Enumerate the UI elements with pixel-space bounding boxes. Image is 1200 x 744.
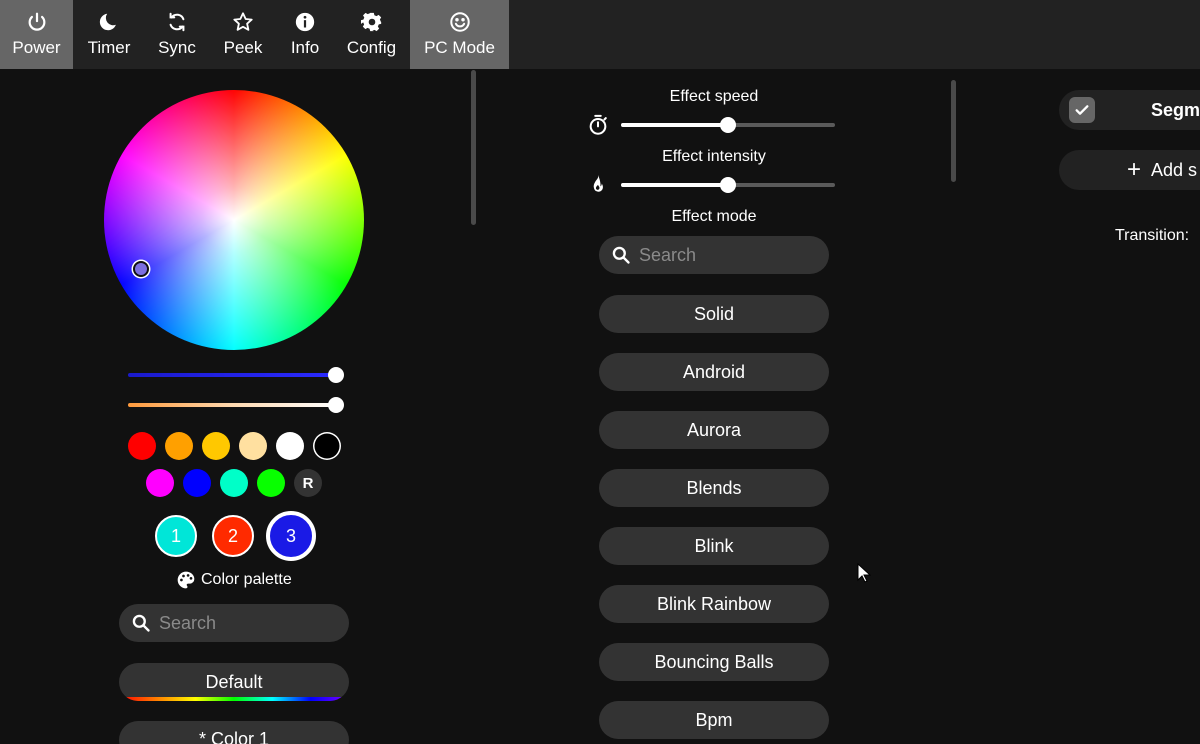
effect-speed-fill: [621, 123, 728, 127]
color-swatch[interactable]: [128, 432, 156, 460]
mouse-cursor-icon: [857, 563, 871, 583]
power-icon: [28, 12, 45, 31]
effect-speed-slider[interactable]: [621, 117, 835, 133]
effect-item[interactable]: Android: [599, 353, 829, 391]
plus-icon: +: [1127, 156, 1142, 183]
color-swatch[interactable]: [183, 469, 211, 497]
effect-intensity-label: Effect intensity: [662, 148, 766, 165]
nav-label-power: Power: [12, 38, 61, 57]
effect-speed-thumb[interactable]: [720, 117, 736, 133]
color-wheel-handle[interactable]: [133, 261, 149, 277]
timer-button[interactable]: Timer: [73, 0, 145, 69]
info-icon: [295, 12, 315, 32]
add-segment-button[interactable]: + Add s: [1059, 150, 1200, 190]
peek-button[interactable]: Peek: [209, 0, 277, 69]
check-icon: [1075, 105, 1089, 115]
segment-row[interactable]: Segm: [1059, 90, 1200, 130]
flame-icon: [593, 174, 603, 192]
effect-mode-label: Effect mode: [671, 208, 757, 225]
add-segment-label: Add s: [1151, 159, 1198, 180]
color-slot-1-label: 1: [170, 525, 181, 546]
stopwatch-icon: [589, 114, 607, 135]
palette-preview-bar: [119, 697, 349, 701]
palette-search[interactable]: [119, 604, 349, 642]
transition-label: Transition:: [1115, 227, 1190, 244]
palette-search-input[interactable]: [159, 612, 319, 634]
top-nav: Power Timer Sync Peek Info Config PC Mod…: [0, 0, 1200, 69]
color-slot-2[interactable]: 2: [212, 515, 254, 557]
color-swatch[interactable]: [276, 432, 304, 460]
palette-item-color-1[interactable]: * Color 1: [119, 721, 349, 744]
color-swatch[interactable]: [313, 432, 341, 460]
color-slot-2-label: 2: [227, 525, 238, 546]
effect-speed-label: Effect speed: [669, 88, 759, 105]
color-swatch[interactable]: [202, 432, 230, 460]
info-button[interactable]: Info: [277, 0, 333, 69]
smiley-icon: [449, 12, 470, 32]
moon-icon: [99, 13, 116, 31]
palette-heading: Color palette: [176, 570, 292, 590]
effect-item[interactable]: Blends: [599, 469, 829, 507]
pc-mode-button[interactable]: PC Mode: [410, 0, 509, 69]
color-slot-3[interactable]: 3: [266, 511, 316, 561]
nav-label-config: Config: [346, 38, 397, 57]
color-swatch[interactable]: [165, 432, 193, 460]
middle-panel-scrollbar[interactable]: [951, 80, 956, 182]
color-slot-1[interactable]: 1: [155, 515, 197, 557]
nav-label-timer: Timer: [87, 38, 131, 57]
effect-intensity-slider[interactable]: [621, 177, 835, 193]
nav-label-pc-mode: PC Mode: [424, 38, 495, 57]
sync-button[interactable]: Sync: [145, 0, 209, 69]
effect-intensity-thumb[interactable]: [720, 177, 736, 193]
effect-intensity-fill: [621, 183, 728, 187]
effect-item[interactable]: Bouncing Balls: [599, 643, 829, 681]
nav-label-info: Info: [290, 38, 320, 57]
nav-label-sync: Sync: [158, 38, 196, 57]
color-slot-3-label: 3: [285, 525, 296, 546]
random-color-button[interactable]: R: [294, 469, 322, 497]
palette-item-label: * Color 1: [198, 729, 270, 744]
search-icon: [612, 246, 630, 264]
effect-item[interactable]: Blink Rainbow: [599, 585, 829, 623]
brightness-slider-thumb[interactable]: [328, 367, 344, 383]
palette-item-default[interactable]: Default: [119, 663, 349, 701]
power-button[interactable]: Power: [0, 0, 73, 69]
config-button[interactable]: Config: [333, 0, 410, 69]
color-swatch[interactable]: [257, 469, 285, 497]
gear-icon: [360, 12, 381, 32]
color-swatch[interactable]: [220, 469, 248, 497]
effect-item[interactable]: Aurora: [599, 411, 829, 449]
color-wheel[interactable]: [104, 90, 364, 350]
segment-label: Segm: [1151, 99, 1200, 120]
effect-search-input[interactable]: [639, 244, 799, 266]
color-swatch[interactable]: [239, 432, 267, 460]
effect-item[interactable]: Blink: [599, 527, 829, 565]
sync-icon: [169, 12, 185, 32]
star-icon: [233, 12, 253, 31]
white-balance-slider-thumb[interactable]: [328, 397, 344, 413]
palette-icon: [177, 571, 195, 589]
search-icon: [132, 614, 150, 632]
palette-title: Color palette: [201, 571, 292, 588]
nav-label-peek: Peek: [223, 38, 263, 57]
color-swatch[interactable]: [146, 469, 174, 497]
effect-item[interactable]: Solid: [599, 295, 829, 333]
effect-item[interactable]: Bpm: [599, 701, 829, 739]
segment-checkbox[interactable]: [1069, 97, 1095, 123]
left-panel-scrollbar[interactable]: [471, 70, 476, 225]
palette-item-label: Default: [205, 671, 263, 692]
effect-search[interactable]: [599, 236, 829, 274]
brightness-slider[interactable]: [128, 367, 344, 383]
white-balance-slider[interactable]: [128, 397, 344, 413]
